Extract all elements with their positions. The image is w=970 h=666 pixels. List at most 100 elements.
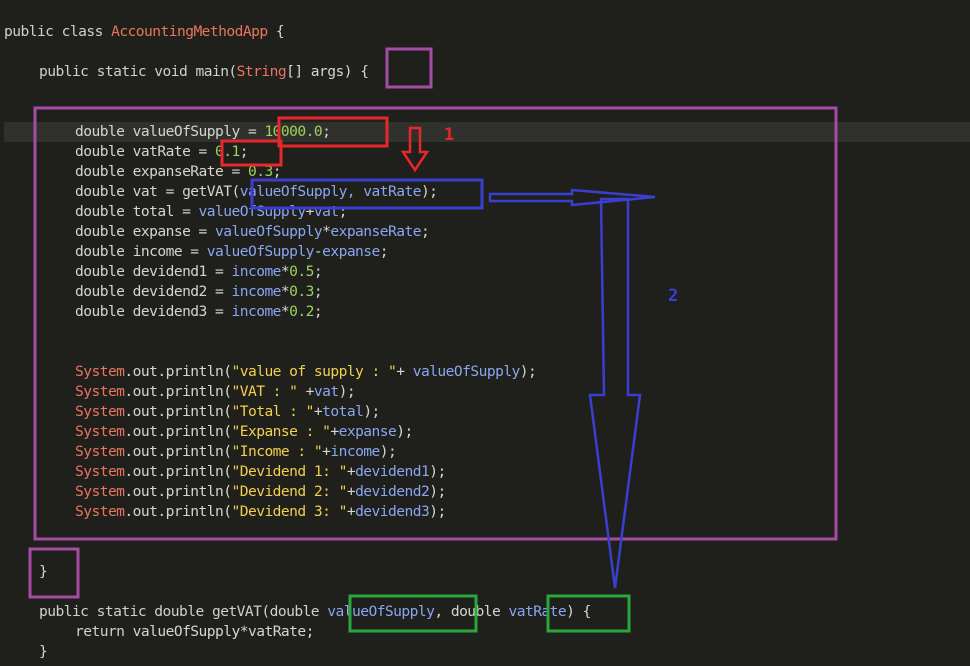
token: );	[420, 183, 438, 200]
token-system: System	[75, 383, 125, 400]
token-string: "Income : "	[231, 443, 323, 460]
token: .out.println(	[124, 443, 232, 460]
code-line-print-income: System.out.println("Income : "+income);	[75, 442, 397, 462]
token-variable: income	[231, 283, 282, 300]
token-param: valueOfSupply	[327, 603, 435, 620]
token: vatRate	[247, 623, 306, 640]
token: double total =	[75, 203, 199, 220]
token-number: 0.5	[289, 263, 314, 280]
code-line-vat: double vat = getVAT(valueOfSupply, vatRa…	[75, 182, 438, 202]
token: ;	[322, 123, 331, 140]
token: .out.println(	[124, 503, 232, 520]
token-system: System	[75, 403, 125, 420]
token: );	[338, 383, 356, 400]
token-variable: expanseRate	[330, 223, 421, 240]
token: double income =	[75, 243, 207, 260]
code-line-expanse-rate: double expanseRate = 0.3;	[75, 162, 282, 182]
token-variable: income	[330, 443, 380, 460]
token: double expanse =	[75, 223, 216, 240]
token: .out.println(	[124, 403, 232, 420]
token: double vatRate =	[75, 143, 216, 160]
token: ;	[313, 303, 323, 320]
token: +	[313, 403, 323, 420]
code-line-print-value-of-supply: System.out.println("value of supply : "+…	[75, 362, 537, 382]
token: double devidend2 =	[75, 283, 232, 300]
token: return	[75, 623, 133, 640]
token: {	[267, 23, 285, 40]
token-variable: valueOfSupply	[215, 223, 323, 240]
token: public static void main(	[39, 63, 237, 80]
code-line-return: return valueOfSupply*vatRate;	[75, 622, 314, 642]
token: );	[519, 363, 537, 380]
token: ;	[305, 623, 315, 640]
code-line-print-total: System.out.println("Total : "+total);	[75, 402, 380, 422]
token: );	[363, 403, 380, 420]
token: ;	[379, 243, 389, 260]
token: ;	[272, 163, 282, 180]
token-string: "Expanse : "	[231, 423, 331, 440]
token-system: System	[75, 423, 125, 440]
token-number: 0.3	[247, 163, 273, 180]
token-string: "VAT : "	[231, 383, 298, 400]
token-variable: expanse	[338, 423, 397, 440]
token: );	[379, 443, 397, 460]
token-string: "Total : "	[231, 403, 315, 420]
token: +	[346, 483, 356, 500]
token-variable: valueOfSupply	[198, 203, 307, 220]
token: +	[330, 423, 339, 440]
token: ;	[239, 143, 249, 160]
token: *	[280, 263, 290, 280]
token: ;	[420, 223, 430, 240]
token: +	[346, 463, 356, 480]
code-line-getvat-decl: public static double getVAT(double value…	[39, 602, 591, 622]
token: );	[429, 503, 446, 520]
code-line-income: double income = valueOfSupply-expanse;	[75, 242, 389, 262]
token-system: System	[75, 463, 125, 480]
code-line-devidend2: double devidend2 = income*0.3;	[75, 282, 323, 302]
token-variable: devidend1	[355, 463, 430, 480]
token: +	[396, 363, 413, 380]
token: public class	[4, 23, 112, 40]
token-type: String	[236, 63, 287, 80]
token-number: 0.1	[215, 143, 240, 160]
token: +	[297, 383, 315, 400]
token: double devidend3 =	[75, 303, 232, 320]
code-line-total: double total = valueOfSupply+vat;	[75, 202, 347, 222]
token-number: 10000.0	[264, 123, 323, 140]
token-variable: valueOfSupply	[412, 363, 521, 380]
token-variable: income	[231, 263, 282, 280]
token: .out.println(	[124, 423, 232, 440]
code-line-print-expanse: System.out.println("Expanse : "+expanse)…	[75, 422, 413, 442]
token-variable: valueOfSupply	[206, 243, 315, 260]
code-line-print-devidend2: System.out.println("Devidend 2: "+devide…	[75, 482, 446, 502]
code-editor[interactable]: public class AccountingMethodApp { publi…	[0, 0, 970, 666]
code-line-class-decl: public class AccountingMethodApp {	[4, 22, 285, 42]
token: double devidend1 =	[75, 263, 232, 280]
token-variable: total	[322, 403, 364, 420]
token: .out.println(	[124, 383, 232, 400]
code-line-expanse: double expanse = valueOfSupply*expanseRa…	[75, 222, 430, 242]
annotation-label-2: 2	[668, 286, 679, 306]
token: }	[39, 643, 48, 660]
token: +	[305, 203, 315, 220]
code-line-devidend3: double devidend3 = income*0.2;	[75, 302, 323, 322]
token: ) {	[566, 603, 591, 620]
token-variable: expanse	[322, 243, 380, 260]
token: ;	[313, 263, 323, 280]
token: +	[346, 503, 356, 520]
code-line-print-vat: System.out.println("VAT : " +vat);	[75, 382, 356, 402]
token: );	[429, 483, 446, 500]
annotation-label-1: 1	[444, 125, 455, 145]
token: *	[280, 303, 290, 320]
token-system: System	[75, 483, 125, 500]
token-string: "value of supply : "	[231, 363, 397, 380]
token-variable: valueOfSupply, vatRate	[239, 183, 422, 200]
token-param: vatRate	[508, 603, 567, 620]
token: ;	[338, 203, 348, 220]
token-class-name: AccountingMethodApp	[111, 23, 268, 40]
token-variable: vat	[313, 383, 339, 400]
token: }	[39, 563, 48, 580]
token: public static double getVAT(double	[39, 603, 328, 620]
code-line-value-of-supply: double valueOfSupply = 10000.0;	[75, 122, 331, 142]
token-variable: income	[231, 303, 282, 320]
